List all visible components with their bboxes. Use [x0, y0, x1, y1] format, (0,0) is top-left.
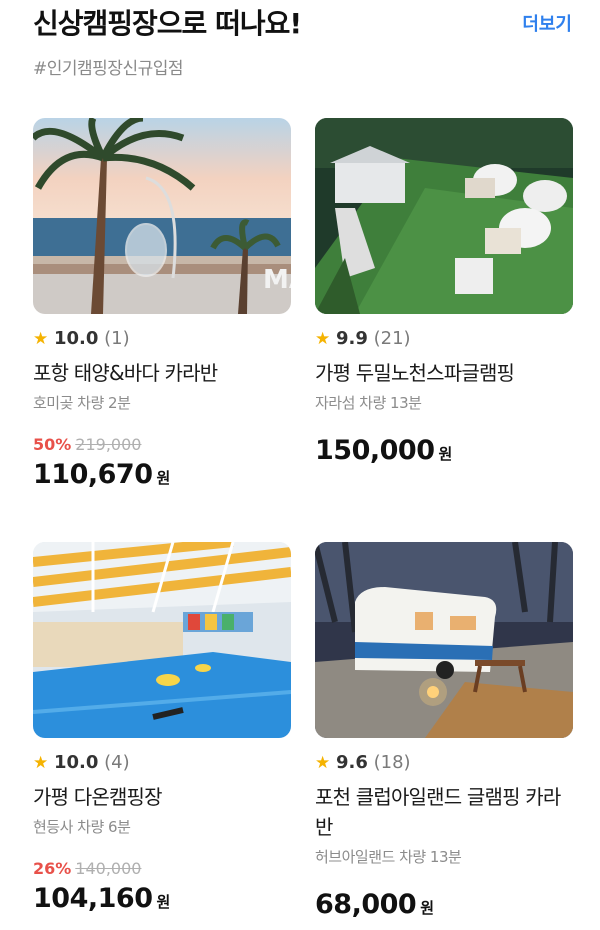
- listing-location: 호미곶 차량 2분: [33, 394, 131, 412]
- listing-image-beach-caravan[interactable]: MAVA: [33, 118, 291, 314]
- rating-score: 10.0: [53, 328, 99, 349]
- star-icon: ★: [33, 753, 49, 773]
- section-subtitle: #인기캠핑장신규입점: [33, 59, 184, 79]
- price: 68,000 원: [315, 889, 573, 920]
- rating-score: 10.0: [53, 752, 99, 773]
- listing-card[interactable]: ★ 9.9 (21) 가평 두밀노천스파글램핑 자라섬 차량 13분 150,0…: [315, 118, 573, 466]
- rating: ★ 10.0 (4): [33, 752, 291, 774]
- price: 110,670 원: [33, 459, 291, 490]
- rating-score: 9.6: [335, 752, 368, 773]
- listing-location: 허브아일랜드 차량 13분: [315, 848, 462, 866]
- original-price: 219,000: [75, 435, 142, 454]
- discount-percent: 50%: [33, 435, 72, 454]
- currency-unit: 원: [156, 893, 170, 911]
- section-header: 신상캠핑장으로 떠나요! 더보기: [33, 4, 572, 44]
- rating: ★ 10.0 (1): [33, 328, 291, 350]
- discount-percent: 26%: [33, 859, 72, 878]
- star-icon: ★: [33, 329, 49, 349]
- price-value: 110,670: [33, 459, 153, 490]
- listing-image-caravan[interactable]: [315, 542, 573, 738]
- image-sign-text: MAVA: [263, 265, 291, 295]
- price-value: 150,000: [315, 435, 435, 466]
- price: 150,000 원: [315, 435, 573, 466]
- currency-unit: 원: [420, 899, 434, 917]
- discount-row: 50% 219,000: [33, 435, 291, 455]
- listing-name[interactable]: 포항 태양&바다 카라반: [33, 358, 291, 388]
- listing-location: 자라섬 차량 13분: [315, 394, 422, 412]
- price-value: 104,160: [33, 883, 153, 914]
- currency-unit: 원: [156, 469, 170, 487]
- star-icon: ★: [315, 329, 331, 349]
- original-price: 140,000: [75, 859, 142, 878]
- listing-image-glamping-domes[interactable]: [315, 118, 573, 314]
- listing-card[interactable]: ★ 9.6 (18) 포천 클럽아일랜드 글램핑 카라반 허브아일랜드 차량 1…: [315, 542, 573, 920]
- more-link[interactable]: 더보기: [522, 10, 572, 36]
- star-icon: ★: [315, 753, 331, 773]
- price-value: 68,000: [315, 889, 417, 920]
- rating: ★ 9.9 (21): [315, 328, 573, 350]
- discount-row: 26% 140,000: [33, 859, 291, 879]
- review-count: (1): [104, 328, 130, 349]
- listing-name[interactable]: 포천 클럽아일랜드 글램핑 카라반: [315, 782, 573, 842]
- rating-score: 9.9: [335, 328, 368, 349]
- review-count: (18): [373, 752, 411, 773]
- section-title: 신상캠핑장으로 떠나요!: [33, 7, 302, 40]
- price: 104,160 원: [33, 883, 291, 914]
- review-count: (4): [104, 752, 130, 773]
- listing-location: 현등사 차량 6분: [33, 818, 131, 836]
- currency-unit: 원: [438, 445, 452, 463]
- rating: ★ 9.6 (18): [315, 752, 573, 774]
- listing-name[interactable]: 가평 두밀노천스파글램핑: [315, 358, 573, 388]
- listing-card[interactable]: ★ 10.0 (4) 가평 다온캠핑장 현등사 차량 6분 26% 140,000…: [33, 542, 291, 914]
- listing-image-indoor-pool[interactable]: [33, 542, 291, 738]
- listing-name[interactable]: 가평 다온캠핑장: [33, 782, 291, 812]
- review-count: (21): [373, 328, 411, 349]
- listing-card[interactable]: MAVA ★ 10.0 (1) 포항 태양&바다 카라반 호미곶 차량 2분 5…: [33, 118, 291, 490]
